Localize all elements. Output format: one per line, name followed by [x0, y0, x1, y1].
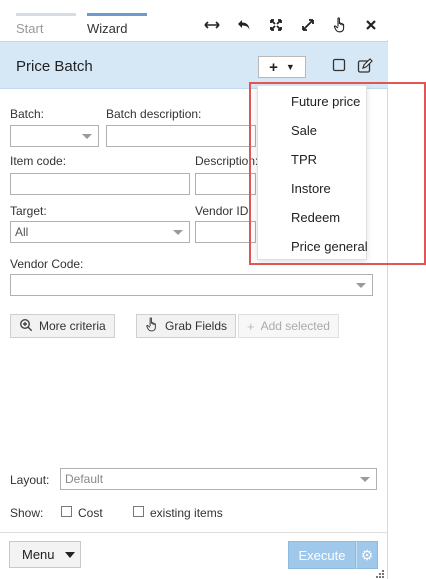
show-label: Show:: [10, 506, 44, 520]
more-criteria-button[interactable]: More criteria: [10, 314, 115, 338]
existing-items-label: existing items: [150, 506, 223, 520]
vendor-code-select[interactable]: [10, 274, 373, 296]
add-dropdown-button[interactable]: + ▼: [258, 56, 306, 78]
target-select[interactable]: All: [10, 221, 190, 243]
existing-items-checkbox[interactable]: [133, 506, 144, 517]
add-selected-button[interactable]: + Add selected: [238, 314, 339, 338]
chevron-down-icon: [360, 477, 370, 482]
menu-label: Menu: [22, 547, 55, 562]
close-icon[interactable]: [362, 16, 380, 34]
layout-value: Default: [65, 472, 104, 486]
description-input[interactable]: [195, 173, 256, 195]
tab-wizard-indicator: [87, 13, 147, 16]
page-title: Price Batch: [16, 58, 93, 75]
top-bar: Start Wizard: [0, 0, 388, 40]
resize-grip-icon[interactable]: [373, 568, 385, 578]
footer-divider: [0, 532, 388, 533]
vendor-id-input[interactable]: [195, 221, 256, 243]
fullscreen-icon[interactable]: [299, 16, 317, 34]
edit-icon[interactable]: [357, 58, 373, 74]
grab-fields-button[interactable]: Grab Fields: [136, 314, 237, 338]
zoom-in-icon: [19, 318, 33, 335]
gear-icon: ⚙: [360, 546, 374, 563]
item-code-input[interactable]: [10, 173, 190, 195]
layout-select[interactable]: Default: [60, 468, 377, 490]
cost-label: Cost: [78, 506, 103, 520]
tab-start-indicator: [16, 13, 76, 16]
checkbox-square-icon[interactable]: [332, 58, 348, 74]
pointer-icon[interactable]: [331, 16, 349, 34]
plus-icon: +: [247, 318, 255, 334]
hand-icon: [145, 317, 159, 335]
expand-icon[interactable]: [267, 16, 285, 34]
target-value: All: [15, 225, 29, 239]
cost-checkbox[interactable]: [61, 506, 72, 517]
more-criteria-label: More criteria: [39, 319, 106, 333]
layout-label: Layout:: [10, 473, 50, 487]
grab-fields-label: Grab Fields: [165, 319, 228, 333]
tab-start-label: Start: [16, 21, 44, 36]
tab-wizard[interactable]: Wizard: [87, 13, 147, 39]
undo-icon[interactable]: [235, 16, 253, 34]
batch-description-input[interactable]: [106, 125, 256, 147]
chevron-down-icon: [82, 134, 92, 139]
chevron-down-icon: [356, 283, 366, 288]
highlight-box: [249, 82, 426, 265]
tab-wizard-label: Wizard: [87, 21, 128, 36]
vendor-code-label: Vendor Code:: [10, 257, 84, 271]
tab-start[interactable]: Start: [16, 13, 76, 39]
vendor-id-label: Vendor ID:: [195, 204, 252, 218]
execute-button[interactable]: Execute: [288, 541, 356, 569]
batch-label: Batch:: [10, 107, 45, 121]
menu-button[interactable]: Menu: [9, 541, 81, 568]
chevron-down-icon: [173, 230, 183, 235]
caret-down-icon: [64, 551, 75, 558]
item-code-label: Item code:: [10, 154, 67, 168]
execute-label: Execute: [298, 547, 346, 563]
resize-horizontal-icon[interactable]: [203, 16, 221, 34]
chevron-down-icon: ▼: [285, 62, 295, 72]
batch-description-label: Batch description:: [106, 107, 202, 121]
plus-icon: +: [269, 58, 278, 76]
batch-select[interactable]: [10, 125, 99, 147]
add-selected-label: Add selected: [260, 319, 330, 333]
execute-settings-button[interactable]: ⚙: [356, 541, 378, 569]
target-label: Target:: [10, 204, 47, 218]
